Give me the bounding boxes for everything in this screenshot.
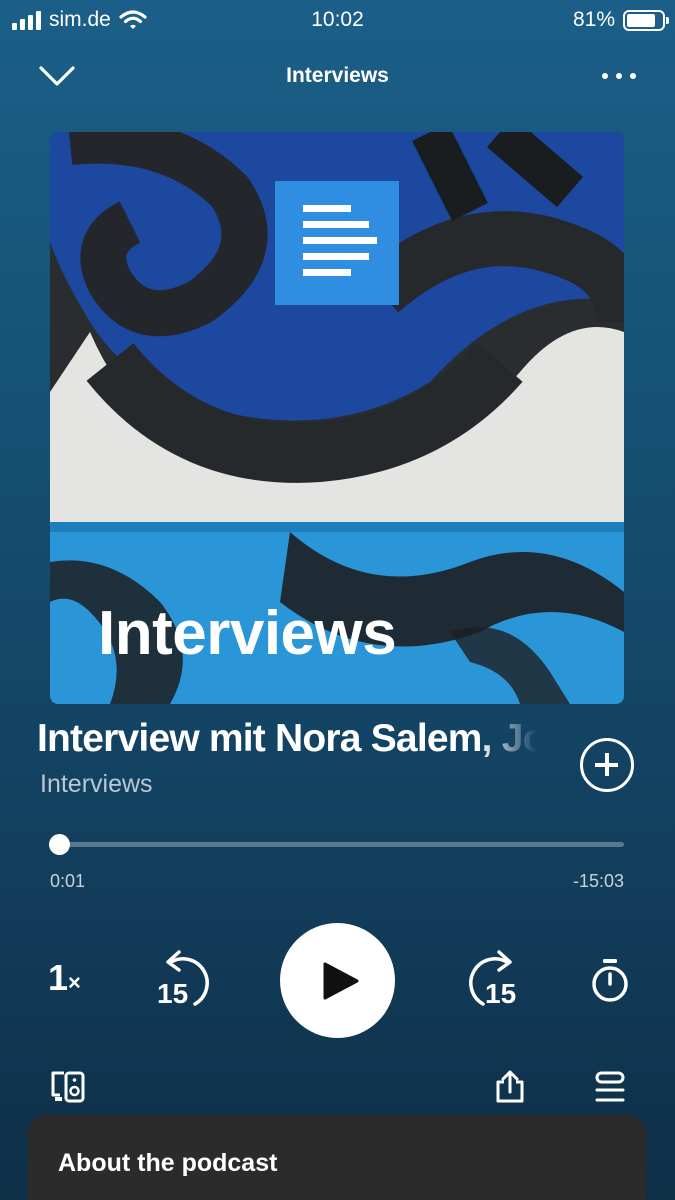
play-icon <box>323 962 359 1000</box>
status-right: 81% <box>572 8 669 32</box>
playback-speed-button[interactable]: 1× <box>48 957 81 999</box>
skip-forward-seconds: 15 <box>485 978 517 1009</box>
connect-devices-icon[interactable] <box>50 1070 86 1104</box>
skip-forward-button[interactable]: 15 <box>463 948 523 1010</box>
sleep-timer-icon[interactable] <box>590 958 630 1004</box>
dlf-logo <box>275 181 399 305</box>
progress-knob[interactable] <box>48 834 70 855</box>
speed-suffix: × <box>68 970 81 995</box>
status-bar: sim.de 10:02 81% <box>0 0 675 40</box>
skip-back-seconds: 15 <box>157 978 189 1009</box>
speed-value: 1 <box>48 957 69 998</box>
episode-title: Interview mit Nora Salem, Journalistin <box>37 717 537 760</box>
battery-percent: 81% <box>572 8 615 31</box>
queue-icon[interactable] <box>594 1070 626 1104</box>
header-title: Interviews <box>286 64 389 87</box>
time-remaining: -15:03 <box>572 871 624 891</box>
add-circle-icon[interactable] <box>580 738 634 792</box>
about-podcast-card[interactable]: About the podcast <box>28 1115 646 1200</box>
player-header: Interviews <box>0 52 675 102</box>
share-icon[interactable] <box>494 1070 526 1104</box>
time-elapsed: 0:01 <box>50 871 86 891</box>
episode-show[interactable]: Interviews <box>40 770 153 799</box>
artwork-label: Interviews <box>98 599 397 668</box>
about-podcast-label: About the podcast <box>58 1149 278 1177</box>
play-button[interactable] <box>280 923 395 1038</box>
more-dots-icon[interactable] <box>601 62 637 90</box>
skip-back-button[interactable]: 15 <box>155 948 215 1010</box>
podcast-artwork: Interviews <box>50 132 624 704</box>
progress-bar[interactable] <box>48 834 624 855</box>
battery-icon <box>623 9 669 31</box>
